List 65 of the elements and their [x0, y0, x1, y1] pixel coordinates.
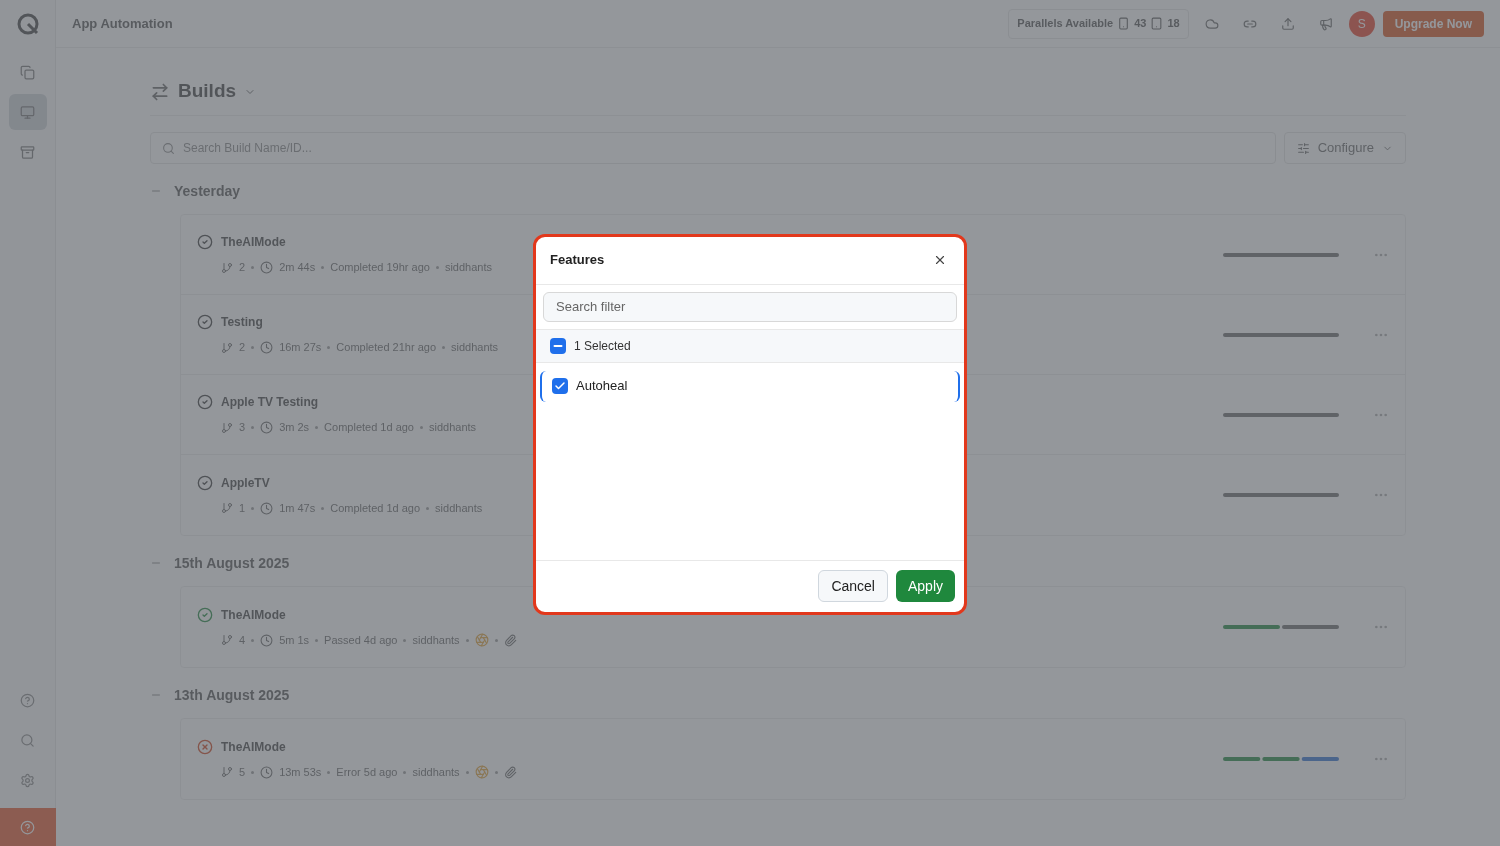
copy-icon — [20, 64, 35, 80]
sliders-icon — [1296, 141, 1310, 155]
dialog-title: Features — [550, 251, 605, 270]
sidebar-item[interactable] — [8, 94, 47, 130]
selected-count: 1 Selected — [574, 337, 631, 355]
parallels-count: 18 — [1167, 16, 1180, 32]
clock-icon — [260, 421, 274, 434]
cancel-button[interactable]: Cancel — [818, 570, 888, 602]
select-all-checkbox[interactable] — [550, 337, 566, 354]
feature-option[interactable]: Autoheal — [540, 370, 960, 402]
check-status-icon — [197, 606, 213, 623]
paperclip-icon — [503, 765, 517, 779]
branch-icon — [221, 766, 233, 778]
build-name: Testing — [221, 314, 263, 332]
clock-icon — [260, 633, 274, 647]
search-icon — [162, 142, 175, 155]
search-icon — [20, 732, 35, 748]
option-checkbox[interactable] — [552, 378, 568, 394]
browser-icon — [474, 765, 489, 779]
tablet-icon — [1150, 17, 1164, 30]
builds-icon — [150, 81, 170, 102]
search-filter-field[interactable]: Search filter — [543, 291, 957, 322]
parallels-count: 43 — [1134, 16, 1147, 32]
branch-icon — [221, 341, 233, 354]
check-icon — [554, 380, 566, 392]
check-status-icon — [197, 234, 213, 251]
group-heading: 15th August 2025 — [174, 553, 290, 573]
group-heading: Yesterday — [174, 181, 241, 201]
error-status-icon — [197, 738, 213, 755]
phone-icon — [1117, 17, 1131, 30]
option-label: Autoheal — [576, 377, 628, 396]
parallels-label: Parallels Available — [1017, 16, 1114, 32]
build-name: TheAIMode — [221, 738, 286, 756]
upload-icon — [1280, 16, 1295, 31]
branch-icon — [221, 502, 233, 514]
logo-icon — [15, 12, 40, 36]
paperclip-icon — [503, 633, 517, 647]
group-heading: 13th August 2025 — [174, 685, 290, 705]
cloud-icon — [1204, 16, 1219, 31]
archive-icon — [20, 144, 35, 160]
clock-icon — [260, 765, 274, 779]
app-title: App Automation — [72, 14, 174, 33]
build-name: TheAIMode — [221, 606, 286, 624]
help-icon — [20, 692, 35, 708]
branch-icon — [221, 421, 233, 434]
monitor-icon — [20, 104, 35, 120]
branch-icon — [221, 634, 233, 646]
clock-icon — [260, 341, 274, 354]
page-title: Builds — [178, 79, 237, 104]
help-footer-button[interactable] — [0, 808, 56, 846]
close-icon — [933, 253, 947, 267]
browser-icon — [474, 633, 489, 647]
apply-button[interactable]: Apply — [895, 570, 955, 602]
check-status-icon — [197, 474, 213, 491]
build-name: Apple TV Testing — [221, 394, 319, 412]
settings-icon — [20, 772, 35, 788]
build-name: AppleTV — [221, 474, 270, 492]
clock-icon — [260, 501, 274, 515]
megaphone-icon — [1318, 16, 1333, 31]
build-name: TheAIMode — [221, 234, 286, 252]
check-status-icon — [197, 394, 213, 411]
help-icon — [20, 819, 35, 835]
branch-icon — [221, 261, 233, 274]
clock-icon — [260, 261, 274, 274]
check-status-icon — [197, 314, 213, 331]
